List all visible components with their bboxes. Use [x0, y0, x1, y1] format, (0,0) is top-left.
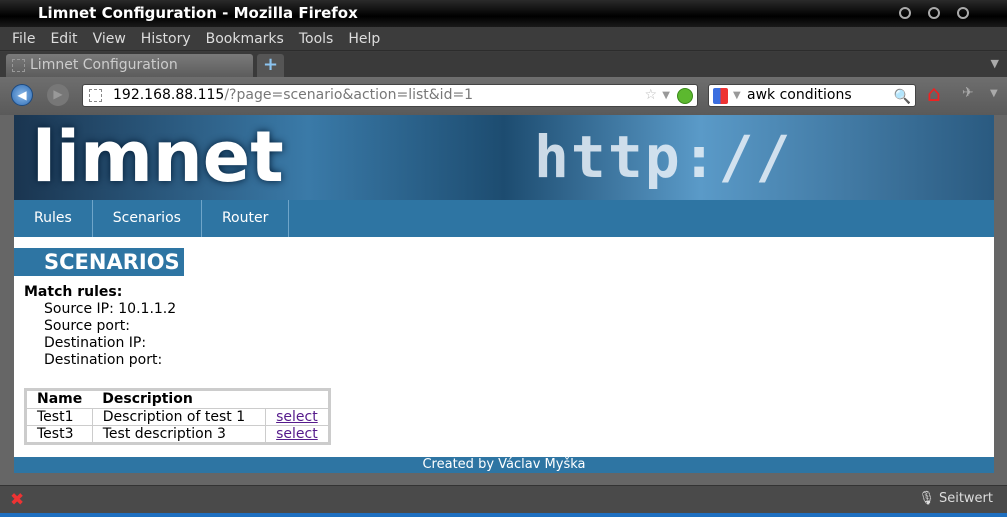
nav-rules[interactable]: Rules — [14, 200, 93, 237]
menu-file[interactable]: File — [12, 27, 35, 50]
page-footer: Created by Václav Myška — [14, 457, 994, 473]
col-description: Description — [102, 391, 193, 407]
tab-limnet[interactable]: Limnet Configuration — [6, 54, 253, 77]
page-content: limnet http:// Rules Scenarios Router SC… — [14, 115, 994, 473]
search-input[interactable]: ▼ awk conditions 🔍 — [708, 84, 916, 107]
rule-source-port: Source port: — [44, 318, 130, 334]
google-icon[interactable] — [713, 88, 728, 104]
cell-name: Test3 — [25, 425, 93, 444]
tab-list-icon[interactable]: ▼ — [991, 57, 999, 70]
bookmark-star-icon[interactable]: ☆ — [644, 85, 657, 106]
forward-button[interactable]: ▶ — [47, 84, 69, 106]
menu-bar: File Edit View History Bookmarks Tools H… — [0, 27, 1007, 51]
window-title: Limnet Configuration - Mozilla Firefox — [38, 4, 358, 22]
status-bar: ✖ 🎙 Seitwert — [0, 485, 1007, 513]
navigation-toolbar: ◀ ▶ 192.168.88.115/?page=scenario&action… — [0, 77, 1007, 115]
history-dropdown-icon[interactable]: ▼ — [662, 85, 670, 106]
reload-icon[interactable] — [677, 88, 693, 104]
url-bar[interactable]: 192.168.88.115/?page=scenario&action=lis… — [82, 84, 698, 107]
menu-tools[interactable]: Tools — [299, 27, 334, 50]
rule-destination-ip: Destination IP: — [44, 335, 147, 351]
match-rules: Match rules: Source IP: 10.1.1.2 Source … — [24, 284, 994, 369]
banner-graphic: http:// — [534, 123, 793, 191]
site-nav: Rules Scenarios Router — [14, 200, 994, 237]
engine-dropdown-icon[interactable]: ▼ — [733, 85, 741, 106]
microphone-icon: 🎙 — [918, 491, 935, 506]
col-name: Name — [37, 391, 83, 407]
tab-label: Limnet Configuration — [30, 57, 178, 73]
nav-scenarios[interactable]: Scenarios — [93, 200, 202, 237]
rule-destination-port: Destination port: — [44, 352, 163, 368]
search-icon[interactable]: 🔍 — [894, 87, 911, 108]
page-title: SCENARIOS — [14, 248, 184, 276]
toolbar-dropdown-icon[interactable]: ▼ — [990, 88, 998, 99]
select-link[interactable]: select — [276, 409, 318, 425]
cell-name: Test1 — [25, 408, 93, 426]
minimize-button[interactable] — [899, 7, 911, 19]
new-tab-button[interactable]: + — [257, 54, 284, 77]
scenarios-table: Name Description Test1 Description of test… — [24, 388, 331, 445]
banner: limnet http:// — [14, 115, 994, 200]
seitwert-addon[interactable]: 🎙 Seitwert — [918, 491, 993, 506]
nav-router[interactable]: Router — [202, 200, 290, 237]
menu-edit[interactable]: Edit — [50, 27, 77, 50]
url-path: /?page=scenario&action=list&id=1 — [224, 87, 474, 103]
rule-source-ip: Source IP: 10.1.1.2 — [44, 301, 177, 317]
select-link[interactable]: select — [276, 426, 318, 442]
menu-view[interactable]: View — [93, 27, 126, 50]
window-border — [0, 513, 1007, 517]
close-window-button[interactable] — [957, 7, 969, 19]
cell-description: Test description 3 — [91, 425, 267, 444]
seitwert-label: Seitwert — [938, 491, 993, 506]
home-icon[interactable]: ⌂ — [927, 83, 941, 107]
page-icon — [89, 89, 102, 102]
table-row: Test3 Test description 3 select — [25, 425, 330, 444]
url-host: 192.168.88.115 — [113, 87, 225, 103]
table-row: Test1 Description of test 1 select — [25, 408, 330, 426]
menu-help[interactable]: Help — [348, 27, 380, 50]
close-icon[interactable]: ✖ — [10, 490, 24, 510]
back-button[interactable]: ◀ — [11, 84, 33, 106]
menu-bookmarks[interactable]: Bookmarks — [206, 27, 284, 50]
page-icon — [12, 59, 25, 72]
tab-bar: Limnet Configuration + ▼ — [0, 52, 1007, 77]
search-value: awk conditions — [747, 87, 852, 103]
menu-history[interactable]: History — [141, 27, 191, 50]
addon-icon[interactable]: ✈ — [962, 85, 974, 101]
match-rules-title: Match rules: — [24, 284, 123, 300]
window-titlebar: Limnet Configuration - Mozilla Firefox — [0, 0, 1007, 27]
limnet-logo: limnet — [32, 116, 284, 198]
maximize-button[interactable] — [928, 7, 940, 19]
page-viewport: limnet http:// Rules Scenarios Router SC… — [0, 115, 1007, 485]
cell-description: Description of test 1 — [91, 408, 267, 426]
